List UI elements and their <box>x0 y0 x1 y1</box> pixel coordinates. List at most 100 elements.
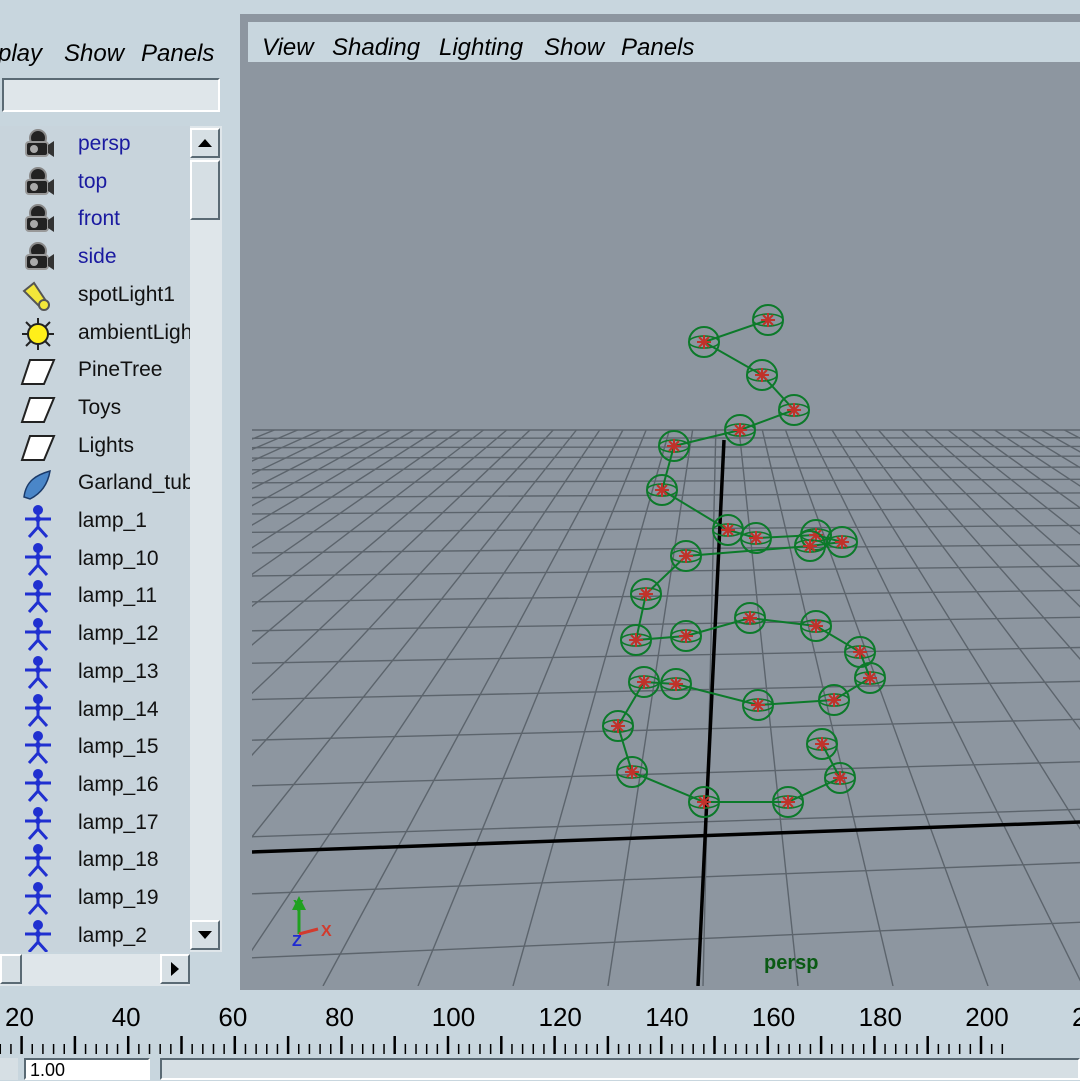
time-tick-label: 100 <box>432 1002 475 1032</box>
outliner-item[interactable]: lamp_10 <box>0 541 190 579</box>
joint-icon <box>20 618 56 652</box>
outliner-item-label: lamp_18 <box>78 848 159 872</box>
camera-icon <box>20 203 56 237</box>
time-tick-label: 160 <box>752 1002 795 1032</box>
joint-icon <box>20 655 56 690</box>
outliner-item-label: lamp_2 <box>78 923 147 947</box>
outliner-item[interactable]: lamp_17 <box>0 805 190 843</box>
outliner-item-label: lamp_16 <box>78 772 159 796</box>
viewport-scene[interactable]: Z X Y <box>252 62 1080 986</box>
joint-icon <box>20 580 56 614</box>
menu-shading[interactable]: Shading <box>332 34 420 62</box>
outliner-item[interactable]: Garland_tube <box>0 465 190 503</box>
range-start-field[interactable]: 1.00 <box>24 1058 150 1080</box>
curve-icon <box>20 467 56 501</box>
layer-icon <box>20 392 56 426</box>
time-tick-label: 2 <box>1072 1002 1080 1032</box>
layer-icon <box>20 430 56 464</box>
menu-panels[interactable]: Panels <box>621 34 694 62</box>
outliner-horizontal-scrollbar[interactable] <box>0 954 190 986</box>
outliner-item[interactable]: lamp_15 <box>0 729 190 767</box>
outliner-item-label: side <box>78 245 117 269</box>
joint-icon <box>20 542 56 577</box>
menu-display[interactable]: play <box>0 40 42 68</box>
outliner-item[interactable]: lamp_16 <box>0 767 190 805</box>
time-tick-label: 20 <box>5 1002 34 1032</box>
outliner-item[interactable]: lamp_14 <box>0 692 190 730</box>
horizontal-scrollbar-thumb[interactable] <box>0 954 22 984</box>
outliner-item-label: lamp_11 <box>78 584 157 608</box>
outliner-item-label: Garland_tube <box>78 471 190 495</box>
outliner-item[interactable]: spotLight1 <box>0 277 190 315</box>
layer-icon <box>20 354 56 388</box>
outliner-item[interactable]: lamp_19 <box>0 880 190 918</box>
outliner-item[interactable]: lamp_2 <box>0 918 190 952</box>
axis-x-label: X <box>321 923 332 940</box>
viewport-menubar: View Shading Lighting Show Panels <box>248 22 1080 62</box>
outliner-vertical-scrollbar[interactable] <box>190 126 222 952</box>
outliner-item[interactable]: persp <box>0 126 190 164</box>
camera-icon <box>20 128 56 162</box>
outliner-item[interactable]: front <box>0 201 190 239</box>
outliner-item[interactable]: Lights <box>0 428 190 466</box>
outliner-item[interactable]: ambientLight <box>0 315 190 353</box>
outliner-item[interactable]: lamp_11 <box>0 578 190 616</box>
joint-icon <box>20 919 56 952</box>
outliner-item[interactable]: lamp_12 <box>0 616 190 654</box>
outliner-item[interactable]: lamp_13 <box>0 654 190 692</box>
outliner-item-label: PineTree <box>78 358 163 382</box>
outliner-item[interactable]: Toys <box>0 390 190 428</box>
range-slider[interactable] <box>160 1058 1080 1080</box>
time-slider[interactable]: 20 40 60 80 100 120 140 160 180 200 2 <box>0 990 1080 1054</box>
menu-panels[interactable]: Panels <box>141 40 214 68</box>
camera-icon <box>20 241 56 275</box>
scrollbar-thumb[interactable] <box>190 160 220 220</box>
outliner-menubar: play Show Panels <box>0 28 232 72</box>
joint-icon <box>20 505 56 539</box>
time-ruler[interactable]: 20 40 60 80 100 120 140 160 180 200 2 <box>0 990 1080 1054</box>
outliner-item[interactable]: lamp_1 <box>0 503 190 541</box>
time-tick-label: 200 <box>965 1002 1008 1032</box>
outliner-item-label: Toys <box>78 395 122 419</box>
outliner-item-label: lamp_10 <box>78 546 159 570</box>
camera-icon <box>20 166 56 200</box>
outliner-item[interactable]: lamp_18 <box>0 842 190 880</box>
joint-icon <box>20 806 56 841</box>
range-slider-bar: 1.00 <box>0 1056 1080 1080</box>
outliner-item[interactable]: top <box>0 164 190 202</box>
arrow-down-icon <box>198 931 212 939</box>
arrow-up-icon <box>198 139 212 147</box>
outliner-item-label: persp <box>78 132 131 155</box>
menu-view[interactable]: View <box>262 34 314 62</box>
menu-lighting[interactable]: Lighting <box>439 34 523 62</box>
outliner-panel: play Show Panels persp top front side spotLi… <box>0 14 232 986</box>
outliner-item-label: lamp_12 <box>78 622 159 646</box>
outliner-item[interactable]: side <box>0 239 190 277</box>
scroll-right-button[interactable] <box>160 954 190 984</box>
joint-icon <box>20 693 56 728</box>
scroll-down-button[interactable] <box>190 920 220 950</box>
ambient-light-icon <box>20 317 56 351</box>
menu-show[interactable]: Show <box>544 34 604 62</box>
outliner-item-label: top <box>78 169 108 193</box>
time-tick-label: 40 <box>112 1002 141 1032</box>
range-left-cap <box>0 1058 18 1080</box>
outliner-item[interactable]: PineTree <box>0 352 190 390</box>
spotlight-icon <box>20 279 56 313</box>
menu-show[interactable]: Show <box>64 40 124 68</box>
outliner-item-label: lamp_13 <box>78 659 159 683</box>
time-tick-label: 180 <box>859 1002 902 1032</box>
outliner-item-label: Lights <box>78 433 135 457</box>
perspective-viewport[interactable]: View Shading Lighting Show Panels Z X Y … <box>240 14 1080 990</box>
outliner-item-label: lamp_19 <box>78 886 159 909</box>
axis-y-label: Y <box>293 898 304 915</box>
outliner-item-label: ambientLight <box>78 320 190 344</box>
outliner-filter-input[interactable] <box>2 78 220 112</box>
arrow-right-icon <box>171 962 179 976</box>
joint-icon <box>20 768 56 803</box>
scroll-up-button[interactable] <box>190 128 220 158</box>
time-tick-label: 80 <box>325 1002 354 1032</box>
outliner-list: persp top front side spotLight1 ambientLight P… <box>0 126 190 952</box>
outliner-item-label: spotLight1 <box>78 282 175 306</box>
outliner-item-label: front <box>78 207 121 231</box>
